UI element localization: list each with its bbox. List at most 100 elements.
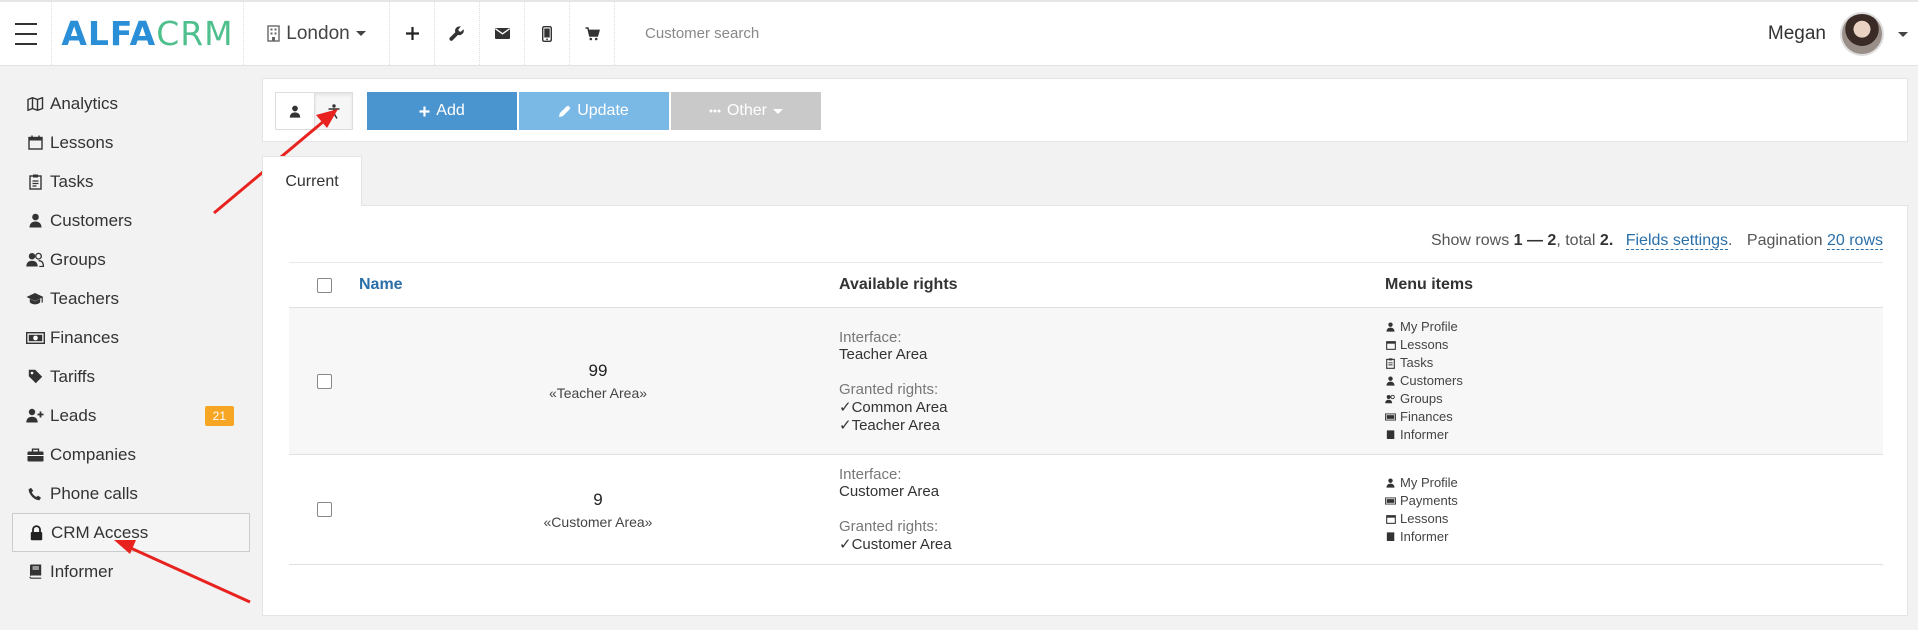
check-icon: ✓ <box>839 398 852 416</box>
map-icon <box>24 96 46 111</box>
sidebar-item-tasks[interactable]: Tasks <box>12 162 250 201</box>
access-title: «Customer Area» <box>543 513 653 530</box>
access-number: 99 <box>588 361 608 380</box>
view-users-toggle[interactable] <box>275 92 314 130</box>
building-icon <box>267 25 280 42</box>
menu-items-cell: My Profile Lessons Tasks Customers Group… <box>1385 318 1883 444</box>
rights-column-header: Available rights <box>839 276 958 293</box>
sidebar-item-label: Customers <box>50 210 133 230</box>
sidebar-item-label: Tasks <box>50 171 94 191</box>
accessibility-icon <box>328 103 339 119</box>
access-name-cell: 9 «Customer Area» <box>359 490 837 530</box>
sidebar-item-phone-calls[interactable]: Phone calls <box>12 474 250 513</box>
actions-toolbar: Add Update Other <box>262 78 1908 142</box>
mobile-button[interactable] <box>525 2 570 65</box>
menu-item: Finances <box>1385 408 1883 426</box>
cart-button[interactable] <box>570 2 615 65</box>
sidebar-item-analytics[interactable]: Analytics <box>12 84 250 123</box>
money-icon <box>1385 413 1396 421</box>
sidebar-item-leads[interactable]: Leads 21 <box>12 396 250 435</box>
update-button[interactable]: Update <box>519 92 669 130</box>
money-icon <box>24 331 46 344</box>
sidebar-item-label: Companies <box>50 444 136 464</box>
menu-item: Groups <box>1385 390 1883 408</box>
lock-icon <box>25 524 47 541</box>
sidebar-item-informer[interactable]: Informer <box>12 552 250 591</box>
granted-right: ✓Customer Area <box>839 536 952 553</box>
sidebar-item-crm-access[interactable]: CRM Access <box>12 513 250 552</box>
granted-right: ✓Teacher Area <box>839 416 940 434</box>
logo[interactable]: ALFA CRM <box>52 2 244 65</box>
table-meta: Show rows 1 — 2, total 2. Fields setting… <box>1430 232 1883 250</box>
settings-button[interactable] <box>435 2 480 65</box>
user-name: Megan <box>1767 23 1826 44</box>
view-access-toggle[interactable] <box>314 92 353 130</box>
customer-search-input[interactable]: Customer search <box>615 2 1918 65</box>
sidebar-item-label: Finances <box>50 327 119 347</box>
sidebar-item-label: Analytics <box>50 93 119 113</box>
check-icon: ✓ <box>839 416 852 434</box>
sidebar-item-finances[interactable]: Finances <box>12 318 250 357</box>
book-icon <box>24 564 46 579</box>
search-placeholder: Customer search <box>645 25 760 42</box>
rights-cell: Interface: Customer Area Granted rights:… <box>837 466 1385 553</box>
pagination-selector[interactable]: 20 rows <box>1826 232 1883 250</box>
name-column-header[interactable]: Name <box>359 276 837 294</box>
tab-current[interactable]: Current <box>262 156 362 206</box>
sidebar-item-tariffs[interactable]: Tariffs <box>12 357 250 396</box>
table-row[interactable]: 99 «Teacher Area» Interface: Teacher Are… <box>289 308 1883 455</box>
sidebar-item-label: Informer <box>50 561 114 581</box>
pencil-icon <box>559 105 571 117</box>
row-checkbox[interactable] <box>316 502 332 517</box>
user-icon <box>1385 477 1396 488</box>
phone-icon <box>24 487 46 501</box>
caret-down-icon <box>355 31 366 36</box>
user-menu[interactable]: Megan <box>1768 2 1918 66</box>
menu-item: Lessons <box>1385 336 1883 354</box>
leads-count-badge: 21 <box>204 405 234 426</box>
sidebar-item-label: Leads <box>50 405 97 425</box>
interface-value: Customer Area <box>839 483 940 500</box>
sidebar-item-lessons[interactable]: Lessons <box>12 123 250 162</box>
menu-items-cell: My Profile Payments Lessons Informer <box>1385 474 1883 546</box>
wrench-icon <box>449 25 464 41</box>
user-icon <box>1385 322 1396 332</box>
access-title: «Teacher Area» <box>548 385 648 401</box>
sidebar-item-label: Tariffs <box>50 366 96 386</box>
mail-button[interactable] <box>480 2 525 65</box>
rights-cell: Interface: Teacher Area Granted rights: … <box>837 329 1385 434</box>
branch-label: London <box>286 22 350 44</box>
briefcase-icon <box>24 448 46 462</box>
row-checkbox[interactable] <box>316 373 332 389</box>
avatar <box>1840 12 1884 56</box>
sidebar-item-companies[interactable]: Companies <box>12 435 250 474</box>
sidebar: Analytics Lessons Tasks Customers Groups… <box>0 66 262 630</box>
menu-item: Lessons <box>1385 510 1883 528</box>
sidebar-item-customers[interactable]: Customers <box>12 201 250 240</box>
menu-item: My Profile <box>1385 474 1883 492</box>
other-button[interactable]: Other <box>671 92 821 130</box>
branch-selector[interactable]: London <box>244 2 390 65</box>
access-table-panel: Show rows 1 — 2, total 2. Fields setting… <box>262 205 1908 616</box>
select-all-checkbox[interactable] <box>316 277 332 293</box>
caret-down-icon <box>1898 31 1908 37</box>
user-icon <box>289 105 301 118</box>
sidebar-item-label: Teachers <box>50 288 119 308</box>
fields-settings-link[interactable]: Fields settings <box>1625 232 1728 250</box>
add-button[interactable]: Add <box>367 92 517 130</box>
access-name-cell: 99 «Teacher Area» <box>359 361 837 401</box>
user-plus-icon <box>24 408 46 423</box>
sidebar-item-groups[interactable]: Groups <box>12 240 250 279</box>
plus-icon <box>405 27 419 40</box>
menu-item: Informer <box>1385 528 1883 546</box>
caret-down-icon <box>773 108 783 114</box>
access-number: 9 <box>593 489 603 509</box>
add-quick-button[interactable] <box>390 2 435 65</box>
table-row[interactable]: 9 «Customer Area» Interface: Customer Ar… <box>289 455 1883 565</box>
menu-item: My Profile <box>1385 318 1883 336</box>
ellipsis-icon <box>709 109 721 113</box>
sidebar-item-label: CRM Access <box>51 522 149 542</box>
sidebar-item-teachers[interactable]: Teachers <box>12 279 250 318</box>
sidebar-item-label: Phone calls <box>50 483 138 503</box>
menu-toggle-button[interactable] <box>0 2 52 65</box>
